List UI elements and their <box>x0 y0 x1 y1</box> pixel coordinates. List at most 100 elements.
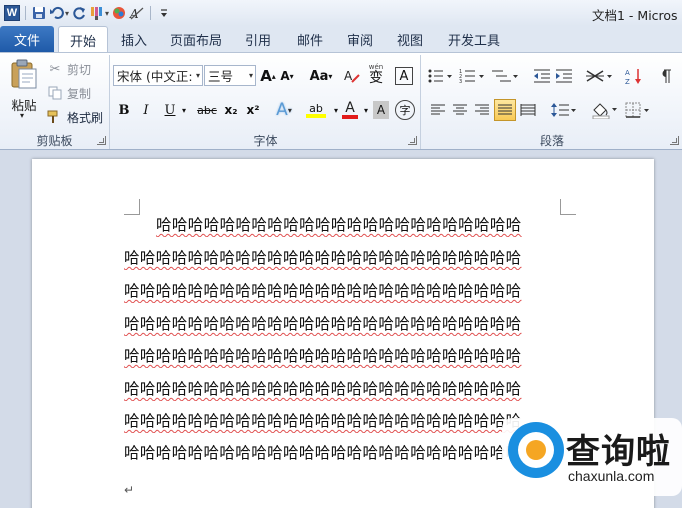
tab-view[interactable]: 视图 <box>388 26 432 52</box>
font-color-swatch <box>342 115 358 119</box>
font-size-combo[interactable]: 三号 ▾ <box>204 65 256 86</box>
show-marks-button[interactable] <box>656 65 676 87</box>
svg-text:3: 3 <box>459 79 462 84</box>
text-line-7[interactable]: 哈哈哈哈哈哈哈哈哈哈哈哈哈哈哈哈哈哈哈哈哈哈哈哈哈 <box>124 409 564 433</box>
subscript-button[interactable]: x₂ <box>221 99 241 121</box>
paste-button[interactable]: 粘贴 ▾ <box>6 57 42 121</box>
tab-file[interactable]: 文件 <box>0 26 54 52</box>
decrease-indent-button[interactable] <box>532 65 552 87</box>
align-left-icon <box>431 104 445 115</box>
asian-layout-button[interactable] <box>584 65 614 87</box>
decrease-indent-icon <box>534 69 550 83</box>
undo-icon[interactable] <box>49 4 65 22</box>
bold-button[interactable]: B <box>115 99 133 121</box>
clear-format-icon[interactable]: A <box>129 4 145 22</box>
numbering-button[interactable]: 123 <box>458 65 486 87</box>
increase-indent-button[interactable] <box>554 65 574 87</box>
tab-page-layout[interactable]: 页面布局 <box>162 26 230 52</box>
shading-button[interactable] <box>590 99 620 121</box>
character-shading-button[interactable]: A <box>373 101 389 119</box>
font-color-button[interactable]: A <box>339 99 361 121</box>
align-right-icon <box>475 104 489 115</box>
font-color-dropdown-icon[interactable]: ▾ <box>361 99 371 121</box>
font-name-dropdown-icon[interactable]: ▾ <box>196 71 200 80</box>
font-size-dropdown-icon[interactable]: ▾ <box>249 71 253 80</box>
qat-separator <box>25 6 26 20</box>
bullets-icon <box>428 69 452 83</box>
paragraph-launcher-icon[interactable] <box>670 136 679 145</box>
change-case-button[interactable]: Aa ▾ <box>307 65 335 87</box>
tab-references[interactable]: 引用 <box>236 26 280 52</box>
group-paragraph: 123 AZ 段落 <box>422 55 682 149</box>
text-line-2[interactable]: 哈哈哈哈哈哈哈哈哈哈哈哈哈哈哈哈哈哈哈哈哈哈哈哈哈 <box>124 246 564 270</box>
asian-layout-icon <box>586 70 612 82</box>
phonetic-guide-char: 变 <box>369 70 383 86</box>
character-border-button[interactable]: A <box>395 67 413 85</box>
copy-icon <box>46 84 64 102</box>
color-icon[interactable] <box>111 4 127 22</box>
align-left-button[interactable] <box>428 99 448 121</box>
distributed-button[interactable] <box>518 99 538 121</box>
text-line-6[interactable]: 哈哈哈哈哈哈哈哈哈哈哈哈哈哈哈哈哈哈哈哈哈哈哈哈哈 <box>124 377 564 401</box>
customize-icon[interactable] <box>156 4 172 22</box>
strikethrough-button[interactable]: abc <box>195 99 219 121</box>
highlight-button[interactable]: ab <box>301 99 331 121</box>
text-line-1[interactable]: 哈哈哈哈哈哈哈哈哈哈哈哈哈哈哈哈哈哈哈哈哈哈哈 <box>124 213 564 237</box>
multilevel-list-icon <box>492 70 518 82</box>
paragraph-group-label: 段落 <box>539 133 564 148</box>
underline-dropdown-icon[interactable]: ▾ <box>179 99 189 121</box>
scissors-icon: ✂ <box>49 61 61 77</box>
clipboard-launcher-icon[interactable] <box>97 136 106 145</box>
format-painter-icon[interactable] <box>89 4 105 22</box>
justify-button[interactable] <box>494 99 516 121</box>
tab-developer[interactable]: 开发工具 <box>440 26 508 52</box>
title-bar: W ▾ ▾ A 文档1 - Micros <box>0 0 682 26</box>
align-center-button[interactable] <box>450 99 470 121</box>
redo-icon[interactable] <box>71 4 87 22</box>
font-launcher-icon[interactable] <box>408 136 417 145</box>
numbering-icon: 123 <box>459 69 484 84</box>
sort-button[interactable]: AZ <box>624 65 644 87</box>
text-line-8[interactable]: 哈哈哈哈哈哈哈哈哈哈哈哈哈哈哈哈哈哈哈哈哈哈哈哈哈 <box>124 441 564 465</box>
copy-label: 复制 <box>67 86 92 101</box>
enclose-characters-button[interactable]: 字 <box>395 100 415 120</box>
tab-review[interactable]: 审阅 <box>338 26 382 52</box>
font-name-combo[interactable]: 宋体 (中文正: ▾ <box>113 65 203 86</box>
watermark-text: 查询啦 <box>566 432 671 472</box>
watermark-url: chaxunla.com <box>568 468 655 484</box>
italic-button[interactable]: I <box>137 99 155 121</box>
qat-separator-2 <box>150 6 152 20</box>
clear-formatting-button[interactable]: A <box>343 65 361 87</box>
tab-insert[interactable]: 插入 <box>112 26 156 52</box>
font-group-label: 字体 <box>253 133 278 148</box>
text-effects-button[interactable]: A ▾ <box>273 99 295 121</box>
tab-home[interactable]: 开始 <box>58 26 108 53</box>
shrink-font-button[interactable]: A ▾ <box>279 65 295 87</box>
superscript-button[interactable]: x² <box>243 99 263 121</box>
borders-button[interactable] <box>624 99 654 121</box>
font-color-label: A <box>345 100 355 116</box>
cut-button[interactable]: ✂ 剪切 <box>46 59 91 79</box>
watermark: 查询啦 chaxunla.com <box>502 418 682 496</box>
line-spacing-icon <box>551 103 576 117</box>
multilevel-list-button[interactable] <box>490 65 520 87</box>
bullets-button[interactable] <box>426 65 454 87</box>
line-spacing-button[interactable] <box>550 99 578 121</box>
save-icon[interactable] <box>31 4 47 22</box>
change-case-label: Aa <box>309 68 329 84</box>
text-line-4[interactable]: 哈哈哈哈哈哈哈哈哈哈哈哈哈哈哈哈哈哈哈哈哈哈哈哈哈 <box>124 312 564 336</box>
undo-dropdown-icon[interactable]: ▾ <box>65 9 69 18</box>
tab-mailings[interactable]: 邮件 <box>288 26 332 52</box>
text-line-5[interactable]: 哈哈哈哈哈哈哈哈哈哈哈哈哈哈哈哈哈哈哈哈哈哈哈哈哈 <box>124 344 564 368</box>
underline-button[interactable]: U <box>161 99 179 121</box>
svg-text:A: A <box>344 69 353 83</box>
copy-button[interactable]: 复制 <box>46 83 91 103</box>
painter-dropdown-icon[interactable]: ▾ <box>105 9 109 18</box>
phonetic-guide-button[interactable]: wén 变 <box>365 63 387 85</box>
quick-access-toolbar: W ▾ ▾ A <box>4 3 172 23</box>
format-painter-button[interactable]: 格式刷 <box>46 107 103 127</box>
text-line-3[interactable]: 哈哈哈哈哈哈哈哈哈哈哈哈哈哈哈哈哈哈哈哈哈哈哈哈哈 <box>124 279 564 303</box>
align-right-button[interactable] <box>472 99 492 121</box>
grow-font-button[interactable]: A ▴ <box>259 65 277 87</box>
word-logo-icon[interactable]: W <box>4 5 20 21</box>
